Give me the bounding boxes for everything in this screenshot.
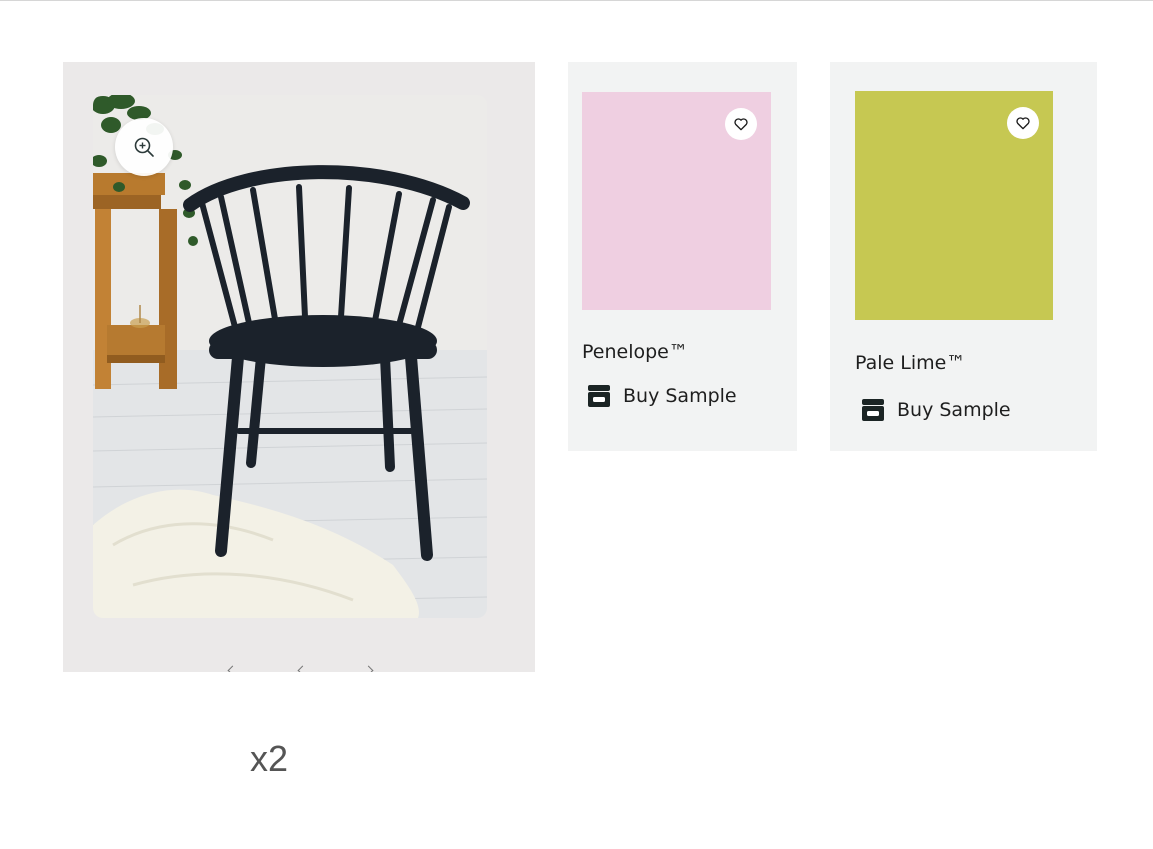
heart-icon [1016, 117, 1030, 130]
pager-next-icon[interactable] [363, 665, 374, 672]
favorite-button[interactable] [1007, 107, 1039, 139]
heart-icon [734, 118, 748, 131]
buy-sample-button[interactable]: Buy Sample [586, 383, 737, 409]
sample-pot-icon [862, 399, 884, 421]
buy-sample-label: Buy Sample [623, 385, 737, 407]
buy-sample-button[interactable]: Buy Sample [860, 397, 1011, 423]
swatch-card-penelope[interactable]: Penelope™ Buy Sample [568, 62, 797, 451]
top-divider [0, 0, 1153, 1]
zoom-multiplier-label: x2 [250, 738, 289, 779]
zoom-button[interactable] [115, 118, 173, 176]
color-swatch[interactable] [855, 91, 1053, 320]
zoom-in-icon [134, 137, 154, 157]
color-swatch[interactable] [582, 92, 771, 310]
product-gallery [63, 62, 535, 672]
swatch-name[interactable]: Pale Lime™ [855, 352, 965, 374]
buy-sample-label: Buy Sample [897, 399, 1011, 421]
swatch-name[interactable]: Penelope™ [582, 341, 688, 363]
swatch-card-pale-lime[interactable]: Pale Lime™ Buy Sample [830, 62, 1097, 451]
sample-pot-icon [588, 385, 610, 407]
favorite-button[interactable] [725, 108, 757, 140]
gallery-pager[interactable] [213, 662, 383, 672]
pager-dot-1[interactable] [227, 665, 238, 672]
pager-dot-2[interactable] [297, 665, 308, 672]
